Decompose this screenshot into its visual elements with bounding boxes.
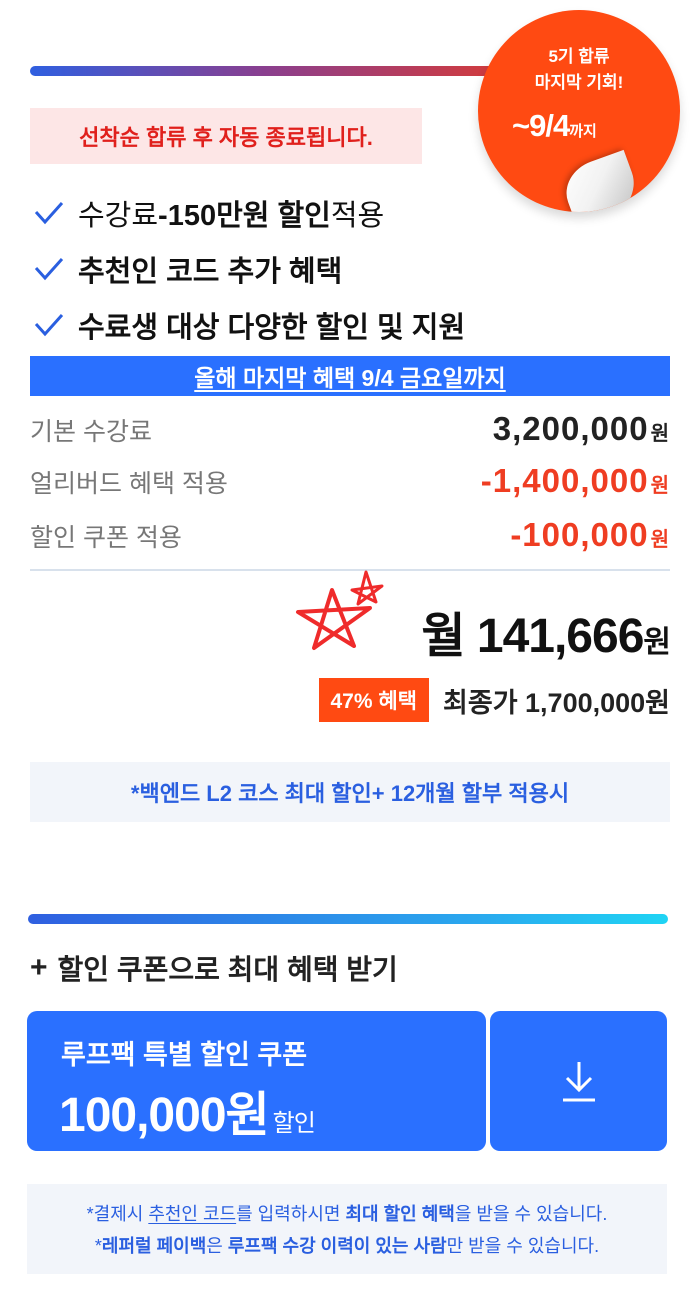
price-row-earlybird: 얼리버드 혜택 적용 -1,400,000 원 [30, 462, 670, 500]
footnote-text: 은 [206, 1236, 228, 1256]
coupon-heading: + 할인 쿠폰으로 최대 혜택 받기 [30, 948, 398, 988]
coupon-amount: 100,000원 할인 [59, 1075, 316, 1145]
monthly-value: 141,666 [476, 610, 645, 663]
plus-icon: + [30, 951, 48, 984]
coupon-heading-text: 할인 쿠폰으로 최대 혜택 받기 [57, 954, 398, 985]
deadline-banner-text: 올해 마지막 혜택 9/4 금요일까지 [194, 365, 506, 391]
benefit-text: 수강료 [78, 200, 159, 232]
final-price: 최종가 1,700,000원 [443, 687, 670, 718]
benefit-item: 추천인 코드 추가 혜택 [32, 241, 465, 297]
benefit-item: 수료생 대상 다양한 할인 및 지원 [32, 297, 465, 353]
price-amount: -1,400,000 [480, 462, 649, 499]
badge-line2: 마지막 기회! [534, 73, 624, 92]
benefit-tail: 적용 [330, 200, 385, 232]
coupon-title: 루프팩 특별 할인 쿠폰 [61, 1040, 308, 1070]
page-curl-icon [557, 149, 645, 212]
footnote-line1: *결제시 추천인 코드를 입력하시면 최대 할인 혜택을 받을 수 있습니다. [27, 1198, 667, 1230]
referral-code-link[interactable]: 추천인 코드 [148, 1204, 236, 1224]
price-label: 기본 수강료 [30, 418, 152, 446]
monthly-unit: 원 [643, 626, 671, 659]
price-value: -1,400,000 원 [481, 462, 670, 500]
benefit-list: 수강료 -150만원 할인 적용 추천인 코드 추가 혜택 수료생 대상 다양한… [32, 185, 465, 353]
badge-date-suffix: 까지 [569, 123, 597, 140]
price-label: 할인 쿠폰 적용 [30, 524, 182, 552]
deadline-banner: 올해 마지막 혜택 9/4 금요일까지 [30, 356, 670, 396]
currency-unit: 원 [650, 475, 670, 497]
last-chance-badge: 5기 합류 마지막 기회! ~9/4까지 [478, 10, 680, 212]
footnote-text: * [94, 1236, 102, 1256]
download-icon [562, 1062, 595, 1102]
footnote-highlight: 최대 할인 혜택 [345, 1204, 455, 1224]
footnote-box: *결제시 추천인 코드를 입력하시면 최대 할인 혜택을 받을 수 있습니다. … [27, 1184, 667, 1274]
sparkle-stars-icon [296, 570, 384, 650]
price-amount: -100,000 [510, 516, 649, 553]
coupon-amount-value: 100,000원 [59, 1089, 270, 1142]
benefit-item: 수강료 -150만원 할인 적용 [32, 185, 465, 241]
benefit-text: 추천인 코드 추가 혜택 [78, 256, 343, 288]
coupon-download-button[interactable] [490, 1011, 667, 1151]
final-price-row: 47% 혜택 최종가 1,700,000원 [318, 678, 670, 722]
coupon-amount-suffix: 할인 [272, 1110, 316, 1137]
benefit-text: 수료생 대상 다양한 할인 및 지원 [78, 312, 466, 344]
badge-date: ~9/4까지 [512, 108, 597, 144]
footnote-highlight: 루프팩 수강 이력이 있는 사람 [227, 1236, 447, 1256]
gradient-divider-top [30, 66, 550, 76]
auto-close-notice: 선착순 합류 후 자동 종료됩니다. [30, 108, 422, 164]
check-icon [32, 196, 66, 230]
price-value: -100,000 원 [510, 516, 670, 554]
footnote-text: 만 받을 수 있습니다. [446, 1236, 600, 1256]
footnote-highlight: 레퍼럴 페이백 [101, 1236, 207, 1256]
installment-note: *백엔드 L2 코스 최대 할인+ 12개월 할부 적용시 [30, 762, 670, 822]
footnote-line2: *레퍼럴 페이백은 루프팩 수강 이력이 있는 사람만 받을 수 있습니다. [27, 1230, 667, 1262]
badge-date-value: ~9/4 [512, 108, 570, 143]
price-label: 얼리버드 혜택 적용 [30, 470, 228, 498]
monthly-price: 월 141,666원 [421, 596, 671, 666]
gradient-divider-coupon [28, 914, 668, 924]
price-value: 3,200,000 원 [493, 410, 670, 448]
price-row-base: 기본 수강료 3,200,000 원 [30, 410, 670, 448]
benefit-highlight: -150만원 할인 [158, 200, 331, 232]
discount-badge: 47% 혜택 [318, 678, 430, 722]
footnote-text: 을 받을 수 있습니다. [454, 1204, 608, 1224]
price-amount: 3,200,000 [492, 410, 649, 447]
monthly-prefix: 월 [421, 610, 477, 663]
coupon-card[interactable]: 루프팩 특별 할인 쿠폰 100,000원 할인 [27, 1011, 486, 1151]
price-row-coupon: 할인 쿠폰 적용 -100,000 원 [30, 516, 670, 554]
footnote-text: 를 입력하시면 [236, 1204, 346, 1224]
check-icon [32, 308, 66, 342]
footnote-text: *결제시 [86, 1204, 149, 1224]
currency-unit: 원 [650, 529, 670, 551]
currency-unit: 원 [650, 423, 670, 445]
badge-line1: 5기 합류 [548, 47, 610, 66]
check-icon [32, 252, 66, 286]
